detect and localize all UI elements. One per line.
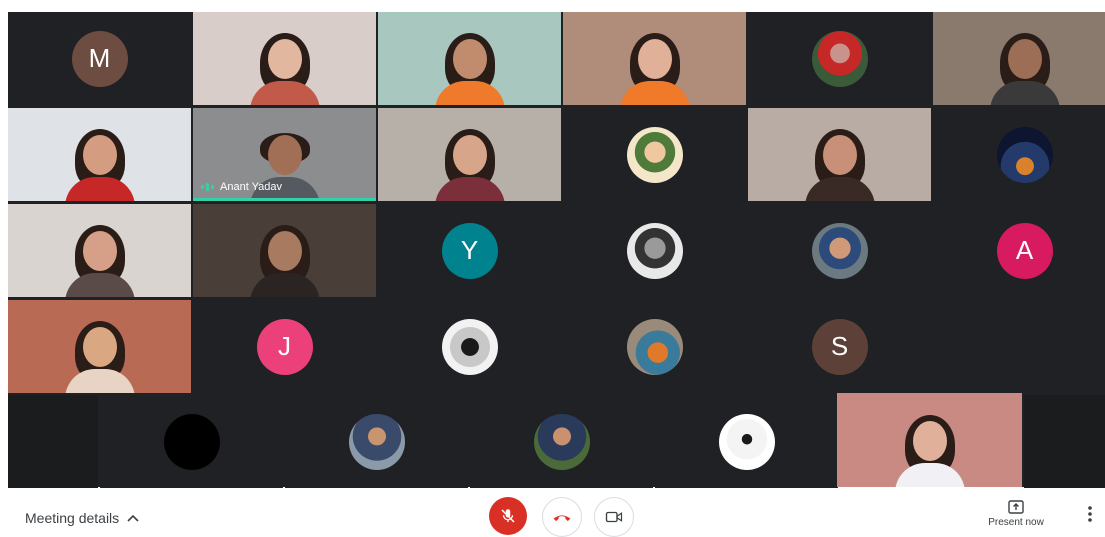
avatar (626, 222, 683, 279)
participant-tile[interactable] (285, 395, 468, 488)
present-now-label: Present now (988, 517, 1044, 528)
participant-tile[interactable] (1024, 395, 1105, 488)
participant-grid: M Anant Yadav Y A J S (8, 12, 1105, 488)
mic-off-icon (501, 509, 515, 523)
participant-video (894, 415, 965, 487)
avatar: S (811, 318, 868, 375)
participant-video (64, 129, 135, 201)
speaking-indicator-icon (201, 183, 214, 191)
chevron-up-icon (127, 514, 139, 522)
participant-tile[interactable] (837, 393, 1022, 487)
participant-video (64, 225, 135, 297)
participant-tile[interactable]: S (748, 300, 931, 393)
avatar (811, 222, 868, 279)
participant-tile[interactable] (378, 300, 561, 393)
avatar (996, 126, 1053, 183)
avatar: A (996, 222, 1053, 279)
call-end-icon (553, 515, 571, 522)
meeting-details-button[interactable]: Meeting details (25, 510, 139, 526)
more-vert-icon (1088, 506, 1092, 522)
participant-name-tag: Anant Yadav (201, 181, 282, 193)
meeting-details-label: Meeting details (25, 510, 120, 526)
present-icon (1008, 500, 1024, 514)
participant-video (619, 33, 690, 105)
participant-video (64, 321, 135, 393)
participant-tile[interactable] (655, 395, 838, 488)
avatar (718, 413, 775, 470)
participant-tile[interactable] (193, 204, 376, 297)
avatar-initial: A (1015, 235, 1034, 265)
participant-tile[interactable] (563, 300, 746, 393)
participant-tile[interactable] (933, 12, 1105, 105)
participant-video (804, 129, 875, 201)
leave-call-button[interactable] (542, 497, 582, 537)
participant-tile[interactable] (563, 204, 746, 297)
participant-tile[interactable] (8, 395, 98, 488)
avatar: M (71, 30, 128, 87)
participant-tile[interactable] (748, 204, 931, 297)
videocam-icon (605, 511, 623, 523)
participant-video (989, 33, 1060, 105)
participant-tile[interactable] (470, 395, 653, 488)
avatar-initial: Y (460, 235, 479, 265)
participant-name: Anant Yadav (220, 181, 282, 193)
participant-tile[interactable] (378, 12, 561, 105)
camera-toggle-button[interactable] (594, 497, 634, 537)
participant-tile[interactable]: A (933, 204, 1105, 297)
participant-tile[interactable] (563, 108, 746, 201)
avatar-initial: J (278, 331, 291, 361)
participant-tile[interactable] (748, 108, 931, 201)
participant-tile[interactable] (8, 300, 191, 393)
participant-tile[interactable] (8, 108, 191, 201)
participant-video (249, 33, 320, 105)
avatar-initial: M (88, 43, 111, 73)
more-options-button[interactable] (1082, 504, 1098, 524)
bottom-toolbar: Meeting details Present now (0, 490, 1105, 537)
avatar (626, 318, 683, 375)
participant-tile[interactable] (933, 108, 1105, 201)
mic-toggle-button[interactable] (489, 497, 527, 535)
avatar (811, 30, 868, 87)
participant-video (249, 225, 320, 297)
avatar: J (256, 318, 313, 375)
participant-tile[interactable] (933, 300, 1105, 393)
participant-video (434, 129, 505, 201)
avatar (441, 318, 498, 375)
participant-tile[interactable] (563, 12, 746, 105)
avatar-initial: S (830, 331, 849, 361)
participant-video (434, 33, 505, 105)
participant-tile[interactable] (378, 108, 561, 201)
avatar (626, 126, 683, 183)
present-now-button[interactable]: Present now (985, 500, 1047, 528)
participant-tile[interactable] (748, 12, 931, 105)
avatar (163, 413, 220, 470)
participant-tile[interactable] (8, 204, 191, 297)
participant-tile[interactable] (193, 12, 376, 105)
active-speaker-bar (193, 198, 376, 201)
avatar (533, 413, 590, 470)
participant-tile[interactable]: Anant Yadav (193, 108, 376, 201)
avatar (348, 413, 405, 470)
participant-tile[interactable] (100, 395, 283, 488)
participant-tile[interactable]: J (193, 300, 376, 393)
participant-tile[interactable]: M (8, 12, 191, 105)
participant-tile[interactable]: Y (378, 204, 561, 297)
avatar: Y (441, 222, 498, 279)
